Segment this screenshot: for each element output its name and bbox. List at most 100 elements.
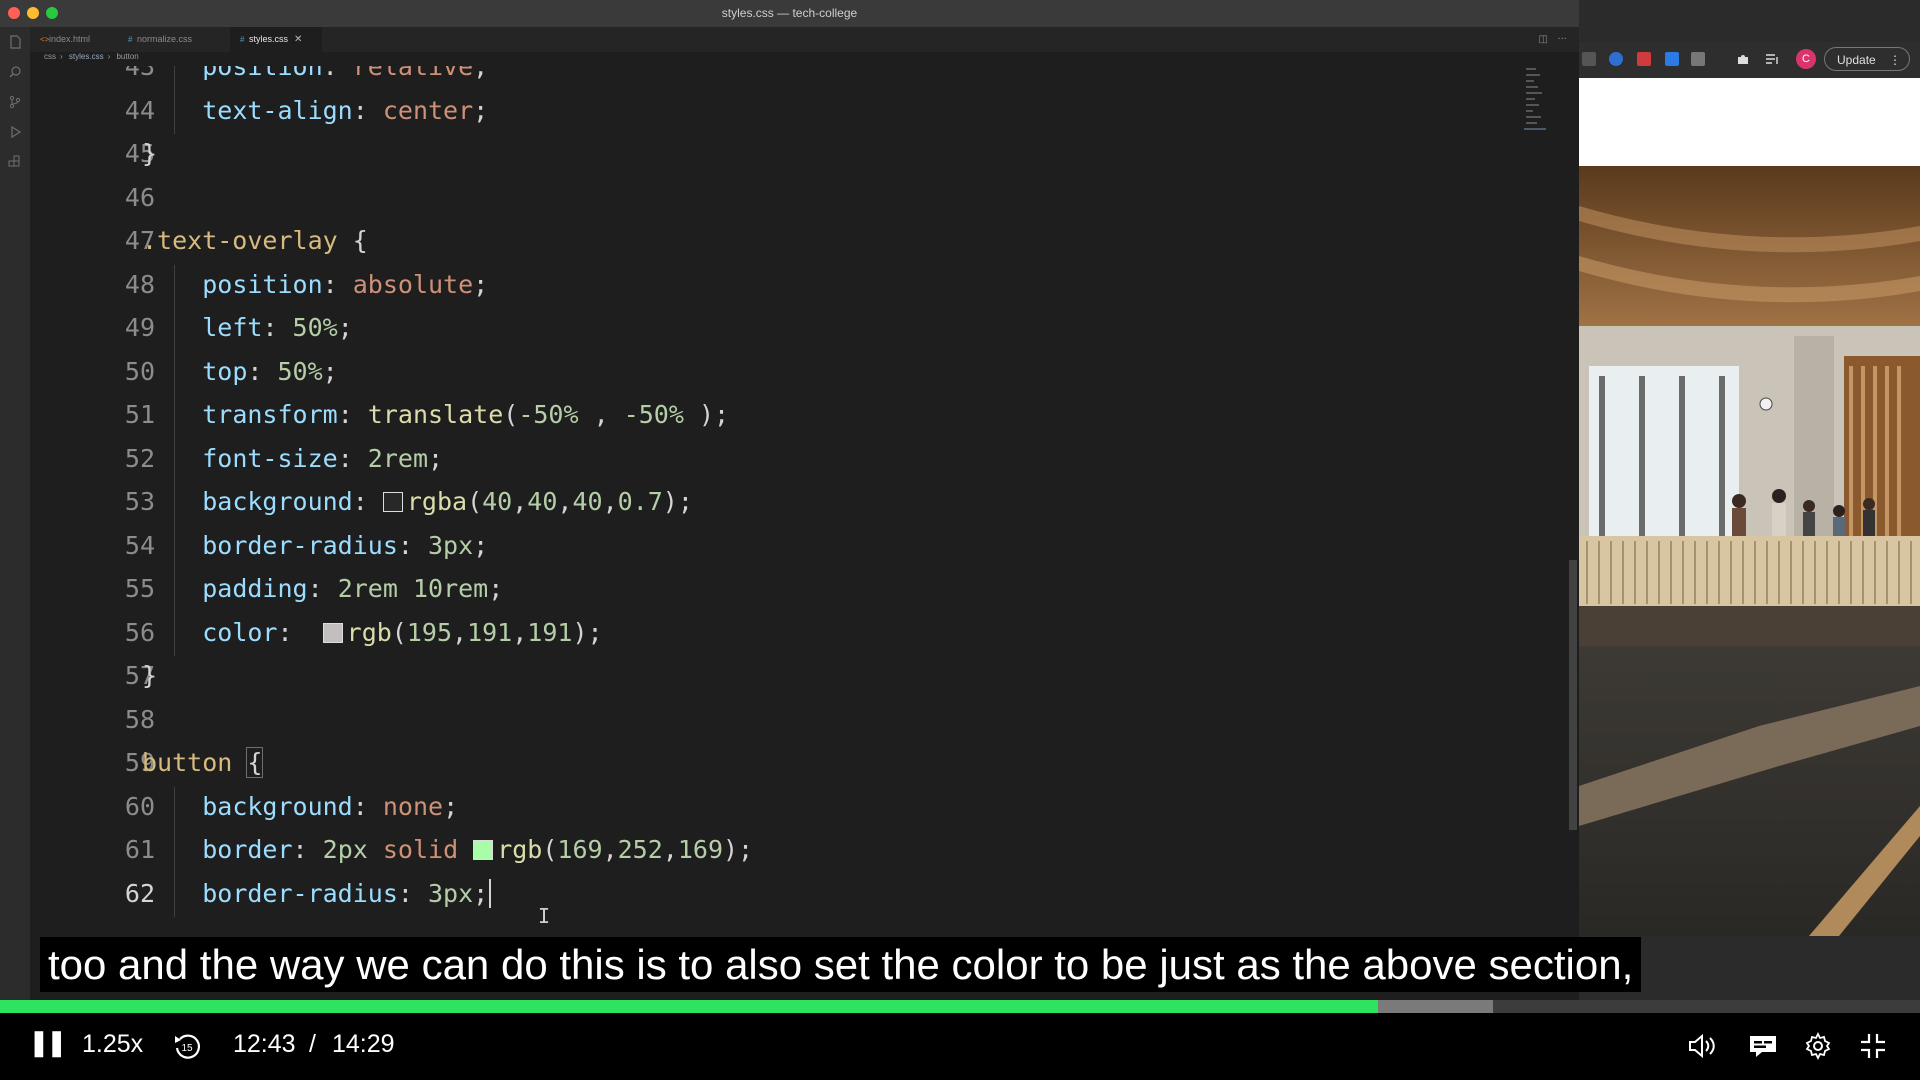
captions-icon[interactable] [1748,1031,1778,1061]
breadcrumb-folder[interactable]: css [44,52,56,61]
code-line[interactable]: 47 .text-overlay { [30,221,1530,261]
code-token: background [202,487,353,516]
time-separator: / [309,1030,316,1058]
extension-icon[interactable] [1691,52,1705,66]
volume-icon[interactable] [1686,1031,1716,1061]
code-line[interactable]: 60 background: none; [30,787,1530,827]
code-token: ; [473,269,489,299]
search-icon[interactable] [8,65,22,79]
code-line[interactable]: 57} [30,656,1530,696]
breadcrumb-symbol[interactable]: button [116,52,138,61]
files-icon[interactable] [8,35,22,49]
code-token: : [322,269,353,299]
code-line[interactable]: 51 transform: translate(-50% , -50% ); [30,395,1530,435]
code-token: background [202,791,353,821]
puzzle-extensions-icon[interactable] [1736,52,1750,66]
code-line[interactable]: 61 border: 2px solid rgb(169,252,169); [30,830,1530,870]
extension-icon[interactable] [1637,52,1651,66]
code-text: transform: translate(-50% , -50% ); [142,395,729,435]
code-line[interactable]: 46 [30,178,1530,218]
code-line[interactable]: 48 position: absolute; [30,265,1530,305]
code-token: solid [382,835,459,864]
extension-icon[interactable] [1665,52,1679,66]
video-subtitle: too and the way we can do this is to als… [40,937,1642,992]
code-token: , [602,487,618,516]
code-line[interactable]: 52 font-size: 2rem; [30,439,1530,479]
code-token: : [262,313,293,342]
rewind-15-icon[interactable]: 15 [172,1031,202,1061]
code-token: , [512,487,528,516]
line-number: 47 [124,226,155,255]
code-token: text-align [202,95,353,125]
line-number: 50 [124,356,155,386]
line-number: 57 [124,661,155,690]
code-token: , [557,487,573,516]
title-bar: styles.css — tech-college [0,0,1579,27]
code-line[interactable]: 53 background: rgba(40,40,40,0.7); [30,482,1530,522]
extensions-icon[interactable] [8,155,22,169]
tab-index-html[interactable]: <>index.html [30,27,118,52]
code-line[interactable]: 43 position: relative; [30,66,1530,87]
line-number: 55 [124,574,155,603]
code-token: , [578,400,624,429]
code-token: ( [391,617,407,647]
run-debug-icon[interactable] [8,125,22,139]
color-swatch[interactable] [322,622,343,643]
code-line[interactable]: 45} [30,134,1530,174]
code-token: .text-overlay [142,226,338,255]
tab-styles-css[interactable]: # styles.css ✕ [230,27,322,52]
color-swatch[interactable] [473,840,494,860]
code-token: , [602,835,618,864]
code-token: : [397,878,428,908]
code-line[interactable]: 56 color: rgb(195,191,191); [30,613,1530,653]
code-line[interactable]: 50 top: 50%; [30,352,1530,392]
color-swatch[interactable] [382,492,403,512]
code-line[interactable]: 55 padding: 2rem 10rem; [30,569,1530,609]
code-token: 3px [428,878,474,908]
code-text: border: 2px solid rgb(169,252,169); [142,830,753,870]
settings-icon[interactable] [1803,1031,1833,1061]
exit-fullscreen-icon[interactable] [1858,1031,1888,1061]
playback-speed-button[interactable]: 1.25x [82,1030,143,1059]
code-token: 169 [557,835,603,864]
split-editor-icon[interactable]: ◫ [1538,34,1547,45]
code-line[interactable]: 54 border-radius: 3px; [30,526,1530,566]
code-area[interactable]: 43 position: relative; 44 text-align: cen… [30,66,1562,936]
line-number: 48 [124,269,155,299]
editor-scrollbar[interactable] [1569,560,1577,830]
browser-update-button[interactable]: Update ⋮ [1824,47,1910,71]
code-line[interactable]: 59 button { [30,743,1530,783]
browser-window: C Update ⋮ [1579,0,1920,1080]
browser-menu-icon[interactable]: ⋮ [1889,48,1901,72]
browser-tab-strip [1579,0,1920,42]
breadcrumb-file[interactable]: styles.css [69,52,104,61]
more-actions-icon[interactable]: ··· [1557,34,1567,45]
code-token: color [202,617,278,647]
window-title: styles.css — tech-college [721,6,858,20]
close-tab-icon[interactable]: ✕ [294,34,302,45]
video-progress-bar[interactable] [0,1000,1920,1013]
code-line[interactable]: 49 left: 50%; [30,308,1530,348]
reading-list-icon[interactable] [1765,52,1779,66]
extension-icon[interactable] [1582,52,1596,66]
line-number: 56 [124,617,155,647]
minimap[interactable] [1524,66,1554,136]
pause-icon[interactable]: ❚❚ [28,1027,68,1058]
extension-icon[interactable] [1609,52,1623,66]
code-text: text-align: center; [142,91,488,131]
webpage-hero-image [1579,166,1920,936]
source-control-icon[interactable] [8,95,22,109]
profile-avatar[interactable]: C [1796,49,1816,69]
code-line[interactable]: 44 text-align: center; [30,91,1530,131]
code-line[interactable]: 62 border-radius: 3px;​ [30,874,1530,914]
html-file-icon: <> [40,35,50,44]
code-token: : [352,791,383,821]
code-line[interactable]: 58 [30,700,1530,740]
tab-normalize-css[interactable]: # normalize.css [118,27,230,52]
code-token: font-size [202,443,338,473]
